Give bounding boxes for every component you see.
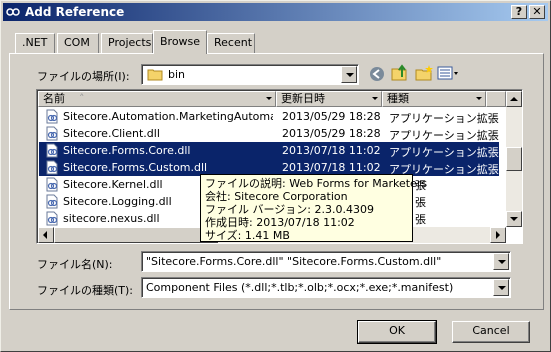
filetype-combo[interactable]: Component Files (*.dll;*.tlb;*.olb;*.ocx… (141, 277, 511, 298)
tab-recent[interactable]: Recent (207, 33, 255, 53)
scroll-down-button[interactable] (506, 211, 522, 227)
filename-value[interactable]: "Sitecore.Forms.Core.dll" "Sitecore.Form… (146, 255, 491, 268)
window-title: Add Reference (25, 5, 125, 19)
file-date: 2013/07/18 11:02 (282, 144, 381, 157)
folder-icon (147, 69, 163, 81)
list-item[interactable]: Sitecore.Forms.Core.dll 2013/07/18 11:02 ア… (39, 142, 499, 159)
cancel-button[interactable]: Cancel (452, 321, 530, 343)
help-button[interactable]: ? (511, 5, 527, 19)
file-name: Sitecore.Automation.MarketingAutomati... (63, 110, 273, 123)
file-type: アプリケーション拡張 (389, 129, 499, 142)
column-header-date[interactable]: 更新日時 (276, 91, 382, 107)
tab-browse[interactable]: Browse (153, 30, 207, 54)
chevron-down-icon[interactable] (370, 93, 380, 105)
filename-label: ファイル名(N): (37, 258, 113, 271)
file-date: 2013/05/29 18:28 (282, 127, 381, 140)
file-date: 2013/05/29 18:28 (282, 110, 381, 123)
list-item[interactable]: Sitecore.Automation.MarketingAutomati...… (39, 108, 499, 125)
dll-file-icon (46, 177, 58, 192)
new-folder-icon[interactable] (414, 63, 434, 83)
lookin-combo[interactable]: bin (141, 64, 359, 85)
tab-label: .NET (22, 36, 48, 49)
title-bar[interactable]: Add Reference ? ✕ (3, 3, 548, 21)
tooltip-created: 作成日時: 2013/07/18 11:02 (205, 216, 355, 229)
chevron-down-icon[interactable] (493, 253, 509, 270)
tooltip-size: サイズ: 1.41 MB (205, 229, 290, 242)
scroll-thumb[interactable] (506, 147, 522, 171)
hscroll-thumb[interactable] (54, 227, 218, 243)
column-date-label: 更新日時 (281, 92, 325, 105)
column-header-type[interactable]: 種類 (382, 91, 486, 107)
add-reference-dialog: Add Reference ? ✕ .NET COM Projects Brow… (0, 0, 551, 352)
scroll-left-button[interactable] (38, 227, 54, 243)
tooltip-version: ファイル バージョン: 2.3.0.4309 (205, 203, 374, 216)
tab-label: Projects (108, 36, 152, 49)
dll-file-icon (46, 143, 58, 158)
file-type: アプリケーション拡張 (389, 112, 499, 125)
chevron-down-icon[interactable] (493, 279, 509, 296)
file-name: Sitecore.Forms.Core.dll (63, 144, 191, 157)
ok-button[interactable]: OK (357, 320, 437, 344)
file-date: 2013/07/18 11:02 (282, 161, 381, 174)
lookin-value: bin (168, 68, 186, 81)
file-info-tooltip: ファイルの説明: Web Forms for Marketers 会社: Sit… (200, 174, 428, 242)
back-icon[interactable] (367, 64, 387, 84)
lookin-label: ファイルの場所(I): (37, 70, 130, 83)
tab-label: COM (64, 36, 90, 49)
filetype-value: Component Files (*.dll;*.tlb;*.olb;*.ocx… (146, 281, 454, 294)
tab-com[interactable]: COM (57, 33, 99, 53)
file-type: アプリケーション拡張 (389, 146, 499, 159)
dll-file-icon (46, 109, 58, 124)
dll-file-icon (46, 211, 58, 226)
file-name: Sitecore.Client.dll (63, 127, 160, 140)
file-name: Sitecore.Forms.Custom.dll (63, 161, 208, 174)
column-type-label: 種類 (387, 92, 409, 105)
filetype-label: ファイルの種類(T): (37, 284, 134, 297)
tab-projects[interactable]: Projects (101, 33, 153, 53)
column-header-more[interactable] (486, 91, 506, 107)
up-folder-icon[interactable] (390, 63, 410, 83)
view-menu-icon[interactable] (436, 64, 460, 84)
tooltip-company: 会社: Sitecore Corporation (205, 190, 348, 203)
dll-file-icon (46, 194, 58, 209)
dll-file-icon (46, 160, 58, 175)
filename-combo[interactable]: "Sitecore.Forms.Core.dll" "Sitecore.Form… (141, 251, 511, 272)
tab-net[interactable]: .NET (15, 33, 55, 53)
chevron-down-icon[interactable] (341, 66, 357, 83)
column-name-label: 名前 (43, 92, 65, 105)
column-header-name[interactable]: 名前 ˄ (38, 91, 276, 107)
dll-file-icon (46, 126, 58, 141)
reference-icon (6, 8, 20, 16)
chevron-down-icon[interactable] (264, 93, 274, 105)
vertical-scrollbar[interactable] (506, 91, 522, 227)
tooltip-description: ファイルの説明: Web Forms for Marketers (205, 177, 428, 190)
type-peek: 張 (415, 196, 426, 209)
list-item[interactable]: Sitecore.Client.dll 2013/05/29 18:28 アプリケー… (39, 125, 499, 142)
tab-label: Recent (214, 36, 253, 49)
type-peek: 張 (415, 213, 426, 226)
scroll-up-button[interactable] (506, 91, 522, 107)
close-button[interactable]: ✕ (529, 5, 545, 19)
sort-arrow-icon: ˄ (79, 92, 85, 105)
chevron-down-icon[interactable] (474, 93, 484, 105)
tab-label: Browse (160, 35, 201, 48)
scroll-right-button[interactable] (490, 227, 506, 243)
